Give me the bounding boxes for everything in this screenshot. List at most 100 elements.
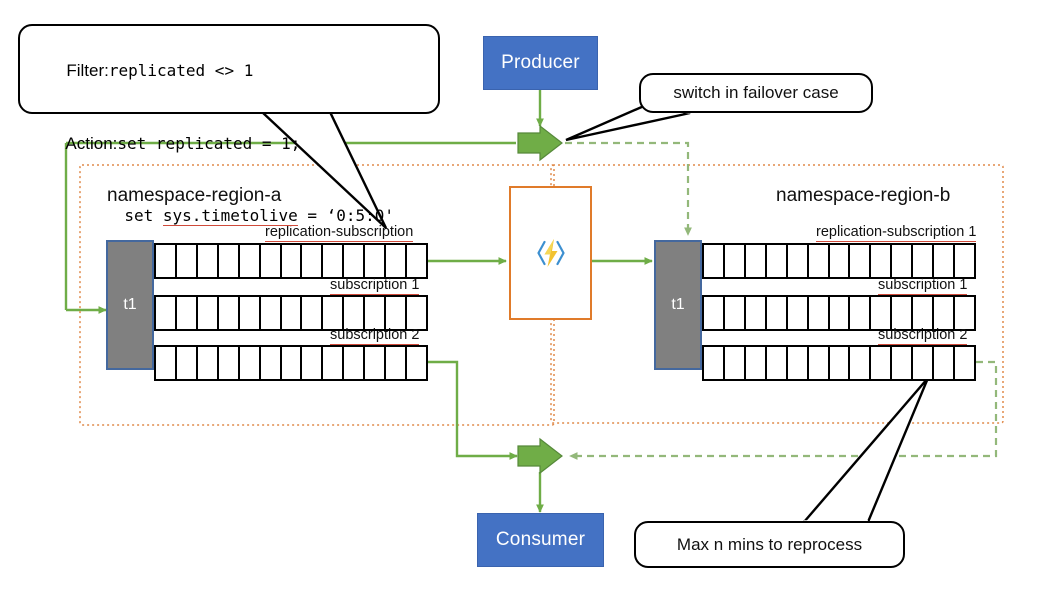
queue-cell (871, 347, 893, 379)
region-a-queue-2[interactable] (154, 345, 428, 381)
failover-callout-text: switch in failover case (673, 83, 839, 102)
region-b-queue-label-1: subscription 1 (878, 277, 968, 295)
rule-action-code: set replicated = 1; (117, 133, 301, 153)
queue-cell (323, 347, 345, 379)
queue-cell (323, 297, 345, 329)
queue-cell (913, 347, 935, 379)
rule-filter-label: Filter: (66, 61, 109, 81)
region-a-queue-label-2: subscription 2 (330, 327, 420, 345)
queue-cell (871, 297, 893, 329)
producer-box[interactable]: Producer (483, 36, 598, 90)
queue-cell (219, 297, 240, 329)
queue-cell (892, 297, 914, 329)
region-a-topic-label: t1 (123, 296, 137, 313)
namespace-region-b-title: namespace-region-b (776, 185, 951, 206)
queue-cell (850, 245, 872, 277)
diagram-canvas: Producer Consumer namespace-region-a t1 … (0, 0, 1046, 592)
queue-cell (198, 297, 219, 329)
queue-cell (767, 245, 788, 277)
queue-cell (704, 347, 725, 379)
rule-ttl-property: sys.timetolive (162, 205, 298, 226)
queue-cell (344, 297, 366, 329)
failover-callout: switch in failover case (639, 73, 873, 113)
queue-cell (830, 347, 851, 379)
region-a-queue-1[interactable] (154, 295, 428, 331)
queue-cell (934, 245, 956, 277)
region-b-queue-0[interactable] (702, 243, 976, 279)
region-b-queue-label-2: subscription 2 (878, 327, 968, 345)
azure-function-box[interactable] (509, 186, 592, 320)
region-a-topic-t1[interactable]: t1 (106, 240, 154, 370)
queue-cell (156, 297, 177, 329)
queue-cell (302, 347, 324, 379)
reprocess-callout-text: Max n mins to reprocess (676, 534, 863, 554)
queue-cell (955, 347, 974, 379)
queue-cell (282, 297, 303, 329)
queue-cell (788, 245, 809, 277)
queue-cell (767, 347, 788, 379)
queue-cell (725, 297, 746, 329)
producer-switch-block-arrow (517, 124, 563, 162)
queue-cell (809, 245, 830, 277)
queue-cell (809, 347, 830, 379)
queue-cell (955, 297, 974, 329)
queue-cell (850, 297, 872, 329)
queue-cell (177, 297, 198, 329)
rule-ttl-code-suffix: = ‘0:5:0' (297, 205, 395, 225)
queue-cell (240, 297, 261, 329)
region-b-queue-label-0: replication-subscription 1 (816, 224, 977, 242)
consumer-label: Consumer (495, 529, 586, 550)
queue-cell (892, 245, 914, 277)
region-a-queue-label-1: subscription 1 (330, 277, 420, 295)
queue-cell (934, 347, 956, 379)
queue-cell (240, 347, 261, 379)
queue-cell (344, 347, 366, 379)
rule-filter-code: replicated <> 1 (108, 61, 254, 81)
region-b-topic-label: t1 (671, 296, 685, 313)
queue-cell (746, 347, 767, 379)
queue-cell (767, 297, 788, 329)
rule-callout: Filter:replicated <> 1 Action:set replic… (18, 24, 440, 226)
queue-cell (365, 297, 387, 329)
region-b-queue-1[interactable] (702, 295, 976, 331)
queue-cell (955, 245, 974, 277)
rule-action-label: Action: (65, 133, 118, 153)
queue-cell (407, 297, 426, 329)
producer-label: Producer (501, 52, 580, 73)
rule-line-2: Action:set replicated = 1; (38, 107, 438, 179)
queue-cell (913, 297, 935, 329)
queue-cell (219, 347, 240, 379)
queue-cell (725, 245, 746, 277)
queue-cell (913, 245, 935, 277)
rule-line-1: Filter:replicated <> 1 (38, 35, 438, 107)
rule-ttl-code-prefix: set (124, 205, 163, 225)
queue-cell (365, 347, 387, 379)
consumer-switch-block-arrow (517, 437, 563, 475)
queue-cell (198, 347, 219, 379)
queue-cell (386, 297, 408, 329)
queue-cell (830, 245, 851, 277)
region-a-subscription2-to-consumer (428, 360, 518, 460)
queue-cell (156, 347, 177, 379)
queue-cell (892, 347, 914, 379)
queue-cell (788, 297, 809, 329)
consumer-box[interactable]: Consumer (477, 513, 604, 567)
queue-cell (809, 297, 830, 329)
queue-cell (746, 245, 767, 277)
region-b-queue-2[interactable] (702, 345, 976, 381)
queue-cell (871, 245, 893, 277)
queue-cell (725, 347, 746, 379)
queue-cell (830, 297, 851, 329)
queue-cell (386, 347, 408, 379)
queue-cell (177, 347, 198, 379)
queue-cell (704, 245, 725, 277)
queue-cell (261, 297, 282, 329)
queue-cell (261, 347, 282, 379)
queue-cell (704, 297, 725, 329)
queue-cell (282, 347, 303, 379)
rule-line-3: set sys.timetolive = ‘0:5:0' (38, 180, 438, 252)
region-b-topic-t1[interactable]: t1 (654, 240, 702, 370)
reprocess-callout: Max n mins to reprocess (634, 521, 905, 568)
reprocess-callout-tail (801, 377, 930, 524)
queue-cell (788, 347, 809, 379)
